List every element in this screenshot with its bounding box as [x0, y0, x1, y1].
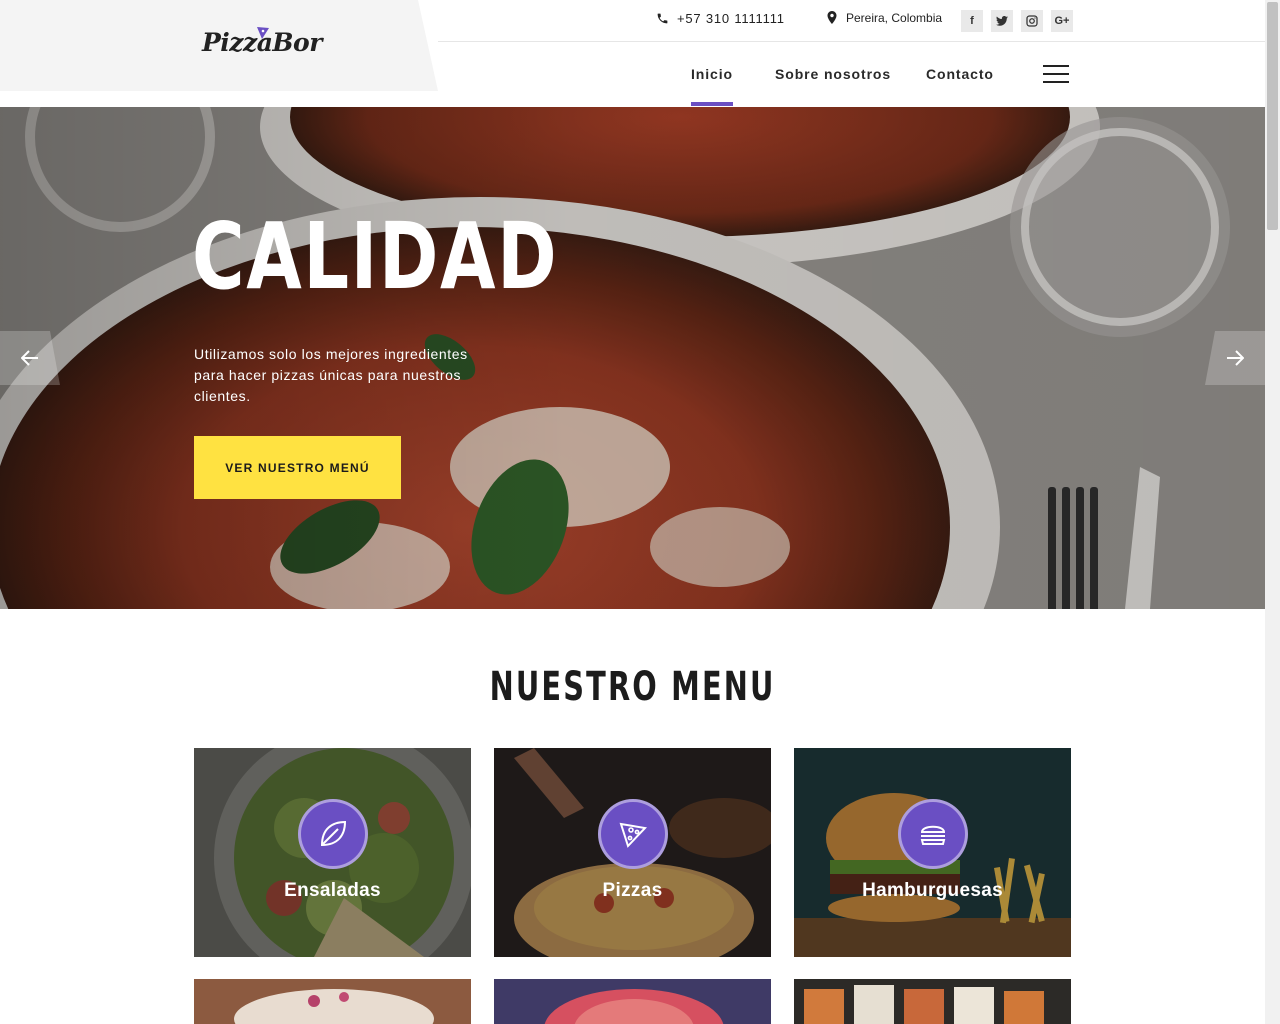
dessert-photo [194, 979, 471, 1024]
nav-item-sobre-nosotros[interactable]: Sobre nosotros [775, 66, 891, 82]
page-scrollbar[interactable] [1265, 0, 1280, 1024]
scrollbar-thumb[interactable] [1267, 2, 1278, 230]
hero-description: Utilizamos solo los mejores ingredientes… [194, 346, 468, 404]
map-pin-icon [827, 11, 837, 24]
hero-pizza-image [0, 107, 1265, 609]
site-header: PizzaBor +57 310 1111111 Pereira, Colomb… [0, 0, 1265, 107]
hamburger-menu-icon[interactable] [1043, 65, 1069, 83]
nav-item-contacto[interactable]: Contacto [926, 66, 994, 82]
menu-card-hamburguesas[interactable]: Hamburguesas [794, 748, 1071, 957]
menu-card-drinks[interactable] [494, 979, 771, 1024]
social-links: f G+ [961, 10, 1073, 32]
location-info: Pereira, Colombia [826, 11, 942, 25]
phone-number: +57 310 1111111 [677, 11, 785, 26]
menu-title-text: NUESTRO MENU [489, 664, 776, 710]
menu-card-dessert[interactable] [194, 979, 471, 1024]
menu-card-sushi[interactable] [794, 979, 1071, 1024]
burger-icon [898, 799, 968, 869]
topbar-divider [438, 41, 1265, 42]
phone-icon [657, 13, 668, 24]
card-label-pizzas: Pizzas [602, 880, 663, 901]
sushi-photo [794, 979, 1071, 1024]
menu-section-title: NUESTRO MENU [0, 664, 1265, 710]
hero-title: CALIDAD [192, 203, 559, 310]
phone-info[interactable]: +57 310 1111111 [656, 11, 785, 26]
hero-slider: CALIDAD Utilizamos solo los mejores ingr… [0, 107, 1265, 609]
leaf-icon [298, 799, 368, 869]
slider-prev-button[interactable] [0, 331, 60, 385]
location-text: Pereira, Colombia [846, 11, 943, 25]
nav-item-inicio[interactable]: Inicio [691, 66, 733, 106]
menu-card-ensaladas[interactable]: Ensaladas [194, 748, 471, 957]
facebook-icon[interactable]: f [961, 10, 983, 32]
drinks-photo [494, 979, 771, 1024]
view-menu-button[interactable]: VER NUESTRO MENÚ [194, 436, 401, 499]
card-label-ensaladas: Ensaladas [284, 880, 381, 901]
instagram-icon[interactable] [1021, 10, 1043, 32]
brand-logo[interactable]: PizzaBor [202, 27, 342, 68]
google-plus-icon[interactable]: G+ [1051, 10, 1073, 32]
slider-next-button[interactable] [1205, 331, 1265, 385]
twitter-icon[interactable] [991, 10, 1013, 32]
pizza-slice-icon [598, 799, 668, 869]
card-label-hamburguesas: Hamburguesas [862, 880, 1003, 901]
arrow-right-icon [1227, 350, 1244, 366]
arrow-left-icon [21, 350, 38, 366]
pizza-slice-logo-icon [257, 27, 269, 39]
menu-card-pizzas[interactable]: Pizzas [494, 748, 771, 957]
